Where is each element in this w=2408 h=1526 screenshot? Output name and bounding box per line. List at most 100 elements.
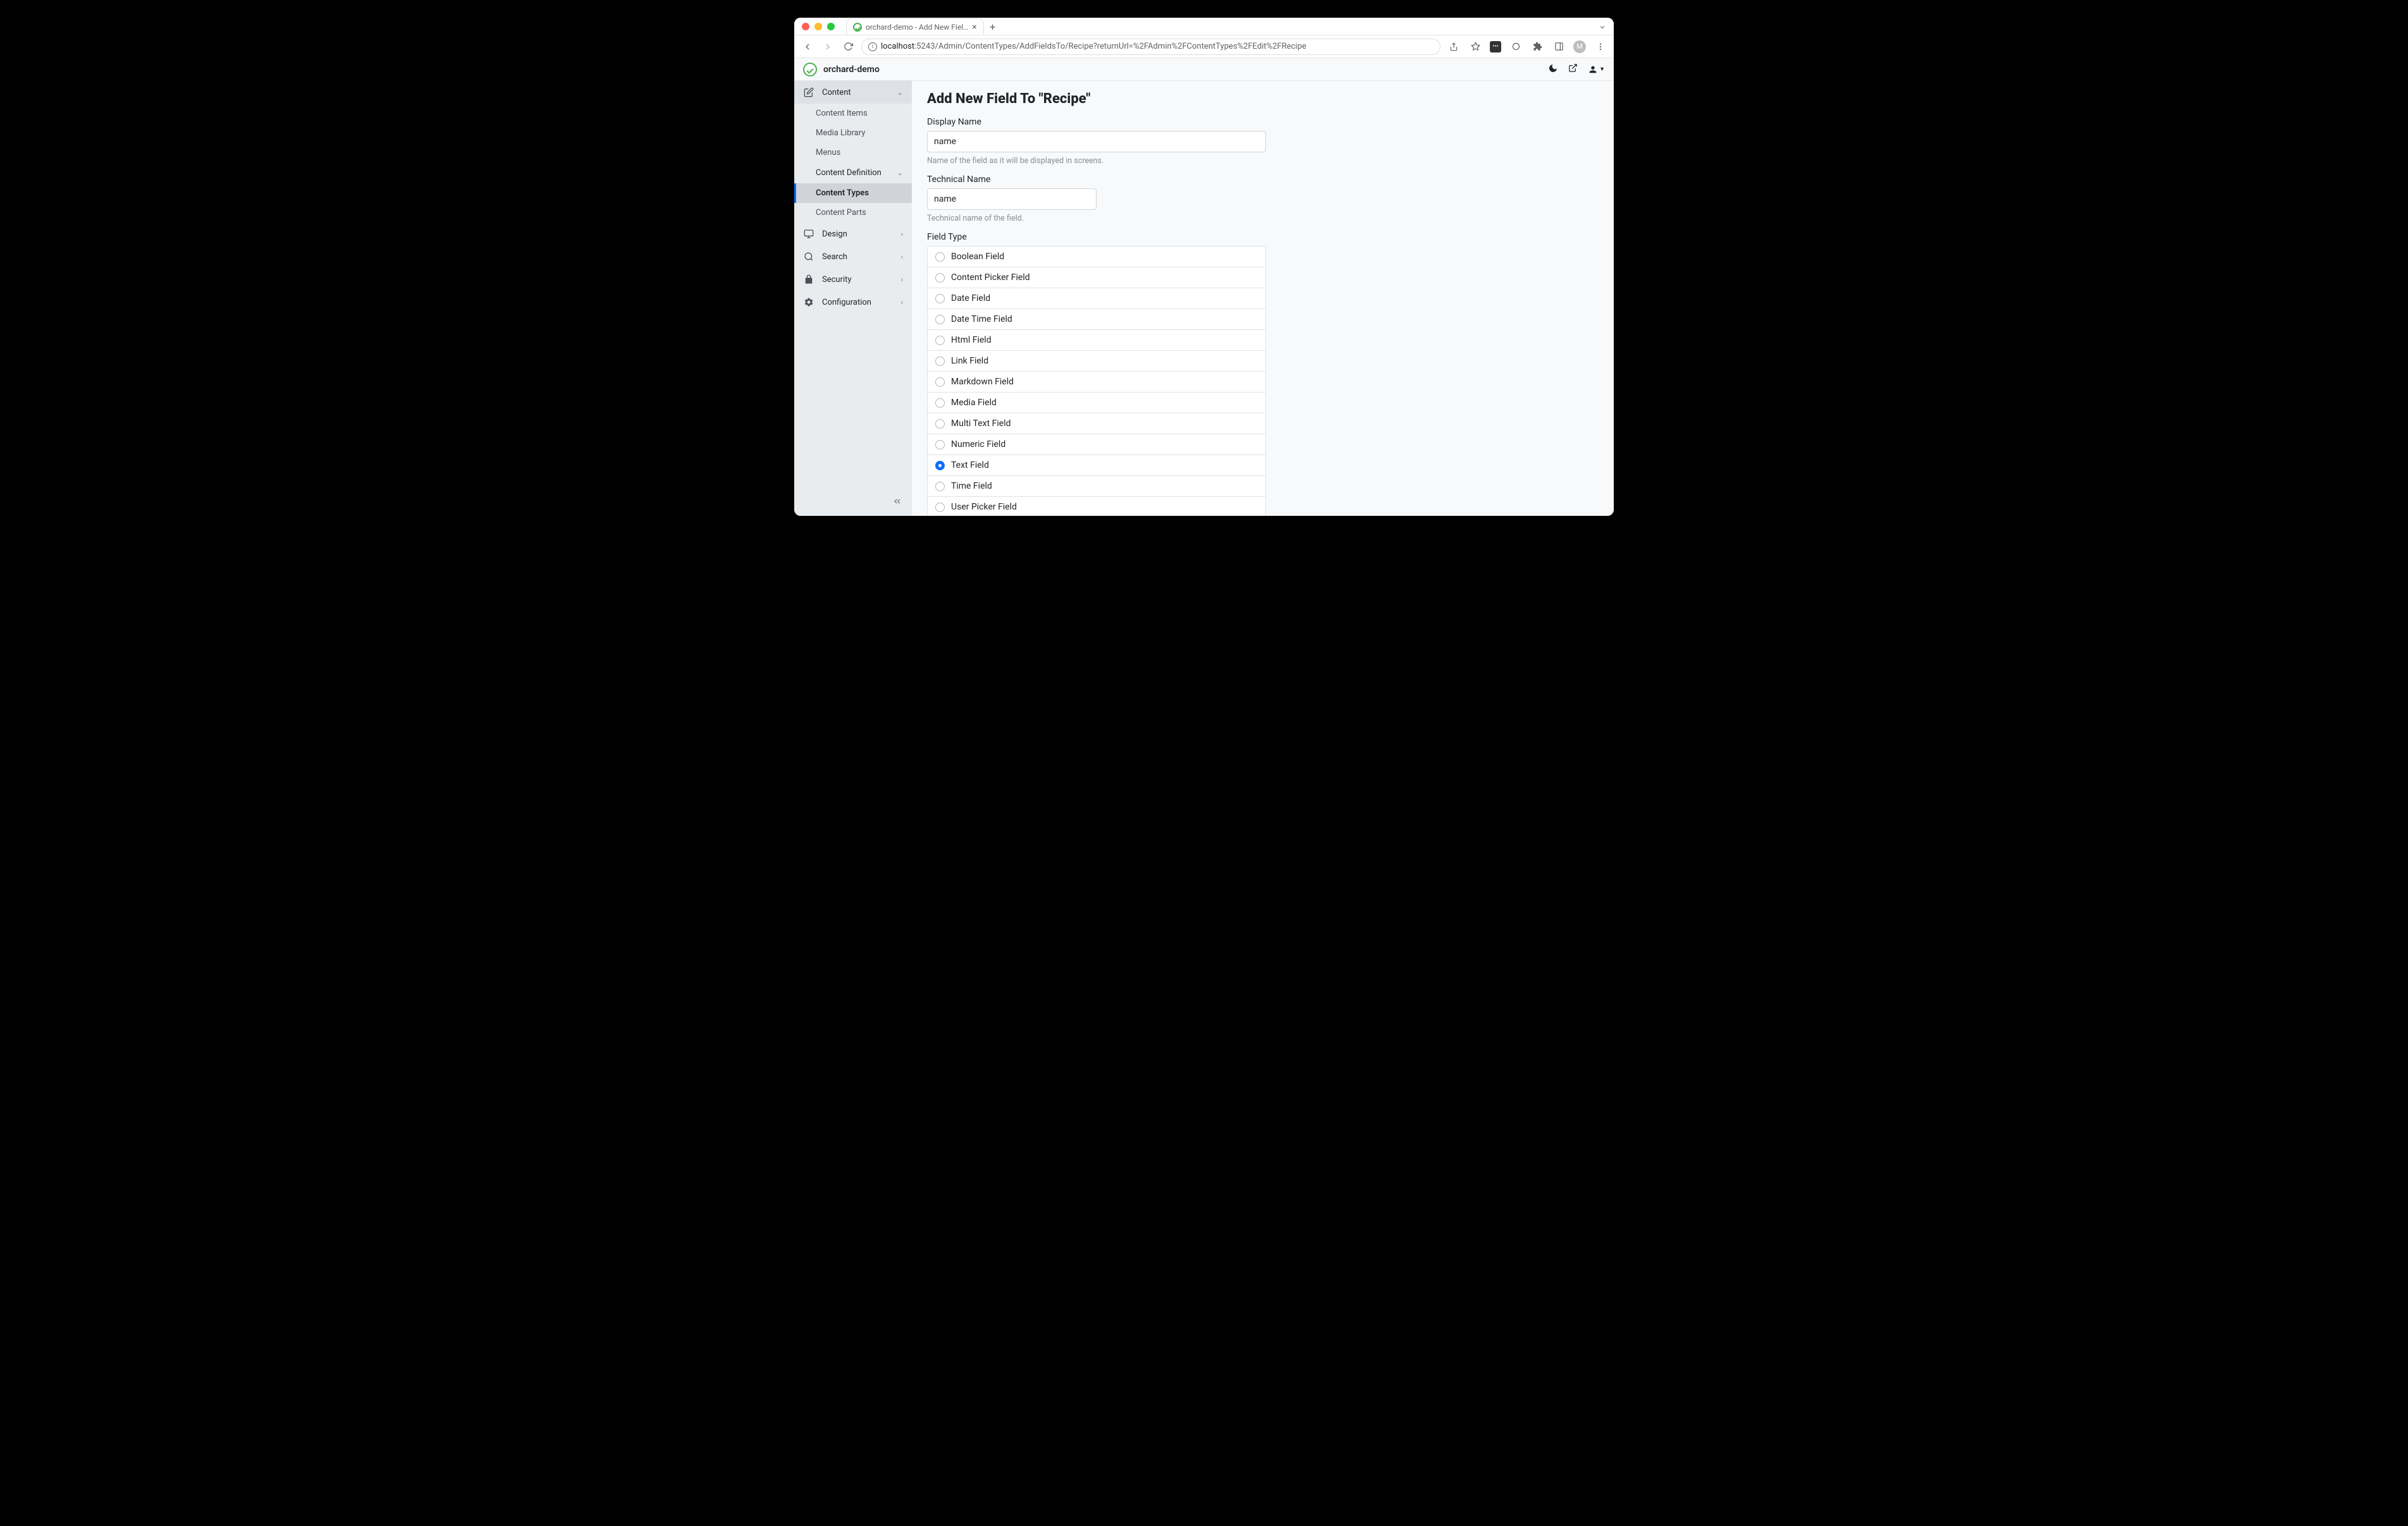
field-type-option[interactable]: Text Field: [928, 455, 1265, 476]
field-type-option[interactable]: Content Picker Field: [928, 267, 1265, 288]
radio-icon: [935, 357, 945, 366]
field-type-label: Html Field: [951, 335, 992, 345]
sidebar-label: Design: [822, 229, 847, 239]
radio-icon: [935, 315, 945, 324]
field-type-list: Boolean Field Content Picker Field Date Fi…: [927, 246, 1266, 516]
display-name-hint: Name of the field as it will be displaye…: [927, 156, 1599, 166]
sidebar-item-content-parts[interactable]: Content Parts: [794, 203, 912, 223]
radio-icon: [935, 398, 945, 408]
sidebar-item-content-items[interactable]: Content Items: [794, 104, 912, 123]
sidebar-label: Configuration: [822, 298, 871, 307]
sidebar-item-security[interactable]: Security ›: [794, 268, 912, 291]
window-minimize[interactable]: [814, 23, 822, 30]
radio-icon: [935, 482, 945, 491]
dark-mode-icon[interactable]: [1548, 63, 1558, 76]
field-type-label: Multi Text Field: [951, 418, 1011, 429]
extension-icon[interactable]: [1509, 40, 1523, 54]
field-type-label: Numeric Field: [951, 439, 1005, 449]
sidebar-collapse-button[interactable]: [889, 493, 906, 510]
field-type-option[interactable]: Media Field: [928, 393, 1265, 413]
browser-toolbar: i localhost:5243/Admin/ContentTypes/AddF…: [794, 35, 1614, 58]
sidebar-item-content-definition[interactable]: Content Definition ⌄: [794, 162, 912, 183]
profile-avatar[interactable]: M: [1573, 40, 1586, 53]
sidebar-label: Content: [822, 88, 851, 97]
field-type-label: Field Type: [927, 232, 1599, 242]
field-type-option[interactable]: Multi Text Field: [928, 413, 1265, 434]
browser-menu-icon[interactable]: [1594, 40, 1607, 54]
radio-icon: [935, 440, 945, 449]
app-body: Content ⌄ Content Items Media Library Me…: [794, 81, 1614, 516]
field-type-label: Time Field: [951, 481, 992, 491]
field-type-option[interactable]: Markdown Field: [928, 372, 1265, 393]
technical-name-label: Technical Name: [927, 174, 1599, 185]
radio-icon: [935, 419, 945, 429]
field-type-label: Markdown Field: [951, 377, 1014, 387]
window-close[interactable]: [802, 23, 809, 30]
brand-logo-icon[interactable]: [803, 63, 817, 76]
field-type-option[interactable]: Date Time Field: [928, 309, 1265, 330]
url-port: :5243: [914, 42, 935, 51]
sidebar-label: Security: [822, 275, 852, 284]
sidebar-item-content[interactable]: Content ⌄: [794, 81, 912, 104]
admin-sidebar: Content ⌄ Content Items Media Library Me…: [794, 81, 912, 516]
nav-forward-button[interactable]: [821, 40, 835, 54]
field-type-label: Link Field: [951, 356, 988, 366]
brand-name[interactable]: orchard-demo: [823, 64, 880, 75]
browser-titlebar: orchard-demo - Add New Fiel… × +: [794, 18, 1614, 35]
user-menu[interactable]: ▼: [1588, 64, 1605, 75]
search-icon: [803, 251, 814, 262]
radio-icon: [935, 503, 945, 512]
chevron-right-icon: ›: [901, 298, 903, 307]
field-type-label: Date Field: [951, 293, 990, 303]
display-name-input[interactable]: [927, 131, 1266, 152]
radio-icon: [935, 294, 945, 303]
extensions-puzzle-icon[interactable]: [1530, 40, 1544, 54]
monitor-icon: [803, 228, 814, 240]
chevron-right-icon: ›: [901, 276, 903, 284]
field-type-label: Text Field: [951, 460, 989, 470]
display-name-label: Display Name: [927, 117, 1599, 127]
field-type-option[interactable]: Date Field: [928, 288, 1265, 309]
open-external-icon[interactable]: [1568, 63, 1578, 75]
field-type-option[interactable]: Link Field: [928, 351, 1265, 372]
tab-favicon: [853, 23, 862, 32]
chevron-down-icon: ⌄: [897, 89, 903, 97]
side-panel-icon[interactable]: [1552, 40, 1566, 54]
browser-tab[interactable]: orchard-demo - Add New Fiel… ×: [846, 18, 984, 35]
window-controls: [802, 23, 835, 30]
tab-overflow-icon[interactable]: [1599, 21, 1606, 34]
field-type-label: Boolean Field: [951, 252, 1004, 262]
nav-reload-button[interactable]: [841, 40, 855, 54]
sidebar-label: Content Definition: [816, 168, 882, 178]
field-type-option[interactable]: User Picker Field: [928, 497, 1265, 516]
sidebar-item-content-types[interactable]: Content Types: [794, 183, 912, 203]
sidebar-item-configuration[interactable]: Configuration ›: [794, 291, 912, 314]
field-type-option[interactable]: Html Field: [928, 330, 1265, 351]
field-type-label: Content Picker Field: [951, 272, 1030, 283]
page-title: Add New Field To "Recipe": [927, 91, 1599, 107]
radio-icon: [935, 461, 945, 470]
field-type-option[interactable]: Boolean Field: [928, 247, 1265, 267]
sidebar-item-search[interactable]: Search ›: [794, 245, 912, 268]
new-tab-button[interactable]: +: [984, 18, 1002, 35]
technical-name-hint: Technical name of the field.: [927, 214, 1599, 223]
bookmark-icon[interactable]: [1468, 40, 1482, 54]
field-type-label: User Picker Field: [951, 502, 1017, 512]
sidebar-item-media-library[interactable]: Media Library: [794, 123, 912, 143]
extension-badge[interactable]: •••: [1490, 41, 1501, 52]
nav-back-button[interactable]: [801, 40, 814, 54]
gear-icon: [803, 296, 814, 308]
sidebar-item-menus[interactable]: Menus: [794, 143, 912, 162]
field-type-option[interactable]: Time Field: [928, 476, 1265, 497]
site-info-icon[interactable]: i: [868, 42, 877, 51]
address-bar[interactable]: i localhost:5243/Admin/ContentTypes/AddF…: [861, 39, 1440, 55]
share-icon[interactable]: [1447, 40, 1461, 54]
technical-name-input[interactable]: [927, 188, 1096, 210]
tab-close-icon[interactable]: ×: [972, 22, 976, 32]
chevron-right-icon: ›: [901, 230, 903, 238]
window-zoom[interactable]: [827, 23, 835, 30]
main-content: Add New Field To "Recipe" Display Name N…: [912, 81, 1614, 516]
sidebar-item-design[interactable]: Design ›: [794, 223, 912, 245]
field-type-option[interactable]: Numeric Field: [928, 434, 1265, 455]
sidebar-label: Search: [822, 252, 847, 262]
